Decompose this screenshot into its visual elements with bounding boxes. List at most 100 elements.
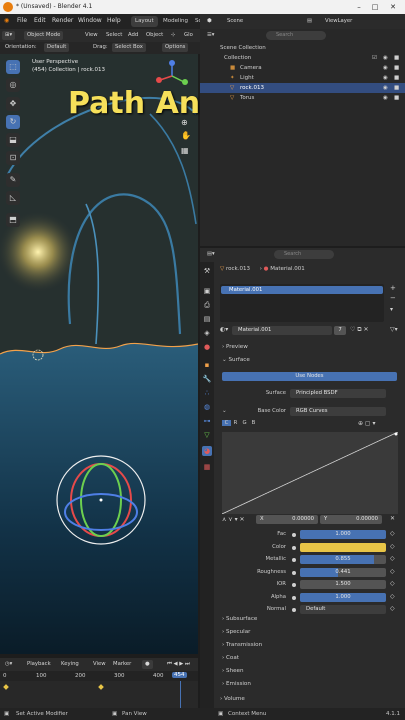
render-tab-icon[interactable]: ▣ (202, 286, 212, 296)
tool-tab-icon[interactable]: ⚒ (202, 266, 212, 276)
view-layer-name[interactable]: ViewLayer (322, 17, 355, 26)
maximize-icon[interactable]: □ (368, 1, 382, 13)
surface-shader-field[interactable]: Principled BSDF (290, 389, 386, 398)
alpha-field[interactable]: 1.000 (300, 592, 386, 602)
alpha-socket-icon[interactable] (292, 595, 296, 600)
mode-dropdown[interactable]: Object Mode (24, 31, 64, 40)
menu-view[interactable]: View (82, 31, 101, 40)
texture-tab-icon[interactable]: ▦ (202, 462, 212, 472)
move-tool[interactable]: ✥ (6, 97, 20, 111)
scene-tab-icon[interactable]: ◈ (202, 328, 212, 338)
3d-viewport[interactable]: ⬚ ◎ ✥ ↻ ⬓ ⊡ ✎ ◺ ⬒ User Perspective (454)… (0, 54, 198, 654)
use-nodes-button[interactable]: Use Nodes (222, 372, 397, 381)
tab-layout[interactable]: Layout (131, 16, 158, 27)
drag-dropdown[interactable]: Select Box (112, 43, 146, 52)
keying-menu[interactable]: Keying (58, 660, 82, 669)
transmission-panel[interactable]: › Transmission (222, 642, 262, 648)
annotate-tool[interactable]: ✎ (6, 173, 20, 187)
camera-icon[interactable]: ■ (394, 53, 399, 63)
menu-window[interactable]: Window (78, 17, 102, 24)
select-box-tool[interactable]: ⬚ (6, 60, 20, 74)
menu-help[interactable]: Help (107, 17, 121, 24)
data-tab-icon[interactable]: ▽ (202, 430, 212, 440)
object-tab-icon[interactable]: ▪ (202, 360, 212, 370)
tab-modeling[interactable]: Modeling (159, 16, 192, 27)
channel-r[interactable]: R (231, 420, 240, 426)
world-tab-icon[interactable]: ● (202, 342, 212, 352)
ior-keyframe-icon[interactable]: ◇ (390, 580, 395, 587)
fac-field[interactable]: 1.000 (300, 530, 386, 539)
curve-y-field[interactable]: Y 0.00000 (320, 515, 382, 524)
alpha-keyframe-icon[interactable]: ◇ (390, 593, 395, 600)
menu-edit[interactable]: Edit (34, 17, 46, 24)
user-count[interactable]: 7 (334, 326, 346, 335)
base-color-expand-icon[interactable]: ⌄ (222, 408, 227, 414)
playback-controls[interactable]: ⏮ ◀ ▶ ⏭ (164, 660, 193, 669)
output-tab-icon[interactable]: ⎙ (202, 300, 212, 310)
fac-keyframe-icon[interactable]: ◇ (390, 530, 395, 537)
roughness-field[interactable]: 0.441 (300, 567, 386, 577)
base-color-node-field[interactable]: RGB Curves (290, 407, 386, 416)
timeline[interactable]: 0 100 200 300 400 454 (0, 671, 198, 708)
record-icon[interactable]: ● (142, 660, 153, 669)
outliner-row-scene-collection[interactable]: Scene Collection (200, 43, 405, 53)
constraints-tab-icon[interactable]: ⊶ (202, 416, 212, 426)
minimize-icon[interactable]: – (352, 1, 366, 13)
slot-menu-icon[interactable]: ▾ (390, 306, 393, 313)
channel-g[interactable]: G (240, 420, 249, 426)
roughness-keyframe-icon[interactable]: ◇ (390, 568, 395, 575)
eye-icon[interactable]: ◉ (383, 53, 388, 63)
checkbox-icon[interactable]: ☑ (372, 53, 377, 63)
curve-tool-icons[interactable]: ⋏ ⋎ ▾ ✕ (222, 516, 245, 523)
orientation-dropdown[interactable]: Default (44, 43, 70, 52)
fac-socket-icon[interactable] (292, 533, 296, 537)
properties-editor-icon[interactable]: ▤▾ (204, 250, 218, 259)
point-delete-icon[interactable]: ✕ (390, 515, 395, 522)
filter-icon[interactable]: ▽▾ (390, 326, 398, 333)
material-slot-list[interactable]: Material.001 (220, 284, 384, 322)
menu-render[interactable]: Render (52, 17, 73, 24)
options-dropdown[interactable]: Options (162, 43, 189, 52)
rgb-curve-graph[interactable] (222, 432, 398, 514)
sheen-panel[interactable]: › Sheen (222, 668, 244, 674)
rotate-tool[interactable]: ↻ (6, 115, 20, 129)
properties-search-input[interactable]: Search (274, 250, 334, 259)
add-cube-tool[interactable]: ⬒ (6, 213, 20, 227)
editor-type-icon[interactable]: ⊞▾ (2, 31, 16, 40)
surface-panel-header[interactable]: ⌄ Surface (222, 357, 250, 363)
material-name-field[interactable]: Material.001 (232, 326, 332, 335)
material-browse-icon[interactable]: ◐▾ (220, 326, 228, 333)
material-tab-icon[interactable]: ◕ (202, 446, 212, 456)
close-icon[interactable]: ✕ (386, 1, 400, 13)
curve-x-field[interactable]: X 0.00000 (256, 515, 318, 524)
playback-menu[interactable]: Playback (24, 660, 54, 669)
current-frame-indicator[interactable]: 454 (172, 672, 187, 678)
outliner-row-light[interactable]: ✦ Light ◉ ■ (200, 73, 405, 83)
scene-name[interactable]: Scene (224, 17, 246, 26)
metallic-socket-icon[interactable] (292, 558, 296, 562)
timeline-editor-icon[interactable]: ◷▾ (2, 660, 15, 669)
normal-keyframe-icon[interactable]: ◇ (390, 605, 395, 612)
metallic-field[interactable]: 0.855 (300, 555, 386, 564)
marker-menu[interactable]: Marker (110, 660, 134, 669)
transform-pivot-icon[interactable]: ⊹ (168, 31, 178, 40)
ior-socket-icon[interactable] (292, 583, 296, 587)
remove-slot-icon[interactable]: − (390, 294, 396, 302)
scale-tool[interactable]: ⬓ (6, 133, 20, 147)
menu-object[interactable]: Object (143, 31, 166, 40)
fake-user-icon[interactable]: ♡ ⧉ ✕ (350, 326, 369, 334)
outliner-search-input[interactable]: Search (266, 31, 326, 40)
specular-panel[interactable]: › Specular (222, 629, 250, 635)
material-slot-item[interactable]: Material.001 (221, 286, 383, 294)
color-field[interactable] (300, 542, 386, 552)
blender-menu-icon[interactable]: ◉ (4, 17, 9, 24)
menu-add[interactable]: Add (125, 31, 141, 40)
view-layer-tab-icon[interactable]: ▤ (202, 314, 212, 324)
view-layer-icon[interactable]: ▤ (304, 17, 315, 26)
color-keyframe-icon[interactable]: ◇ (390, 543, 395, 550)
physics-tab-icon[interactable]: ◍ (202, 402, 212, 412)
modifier-tab-icon[interactable]: 🔧 (202, 374, 212, 384)
volume-panel-header[interactable]: › Volume (220, 696, 245, 702)
keyframe[interactable] (3, 684, 9, 690)
channel-b[interactable]: B (249, 420, 258, 426)
